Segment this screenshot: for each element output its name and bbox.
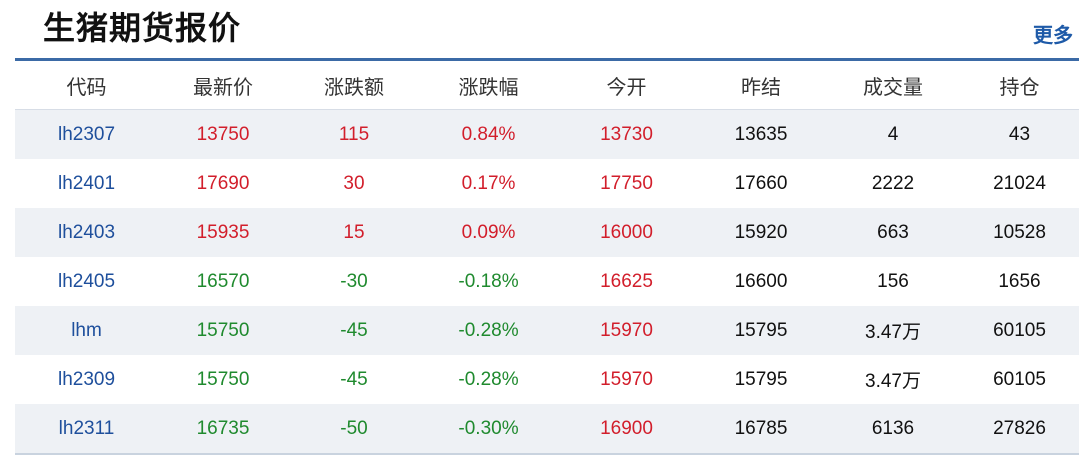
volume: 2222 (826, 159, 960, 208)
change-amount: 115 (288, 109, 420, 159)
change-amount: 30 (288, 159, 420, 208)
futures-quote-panel: 生猪期货报价 更多 代码 最新价 涨跌额 涨跌幅 今开 昨结 成交量 持仓 lh… (15, 0, 1079, 455)
prev-settle: 13635 (696, 109, 826, 159)
table-header-row: 代码 最新价 涨跌额 涨跌幅 今开 昨结 成交量 持仓 (15, 61, 1079, 110)
last-price: 17690 (158, 159, 288, 208)
change-percent: 0.17% (420, 159, 557, 208)
change-percent: -0.28% (420, 306, 557, 355)
open-interest: 21024 (960, 159, 1079, 208)
prev-settle: 16785 (696, 404, 826, 455)
last-price: 16735 (158, 404, 288, 455)
last-price: 15935 (158, 208, 288, 257)
open-interest: 1656 (960, 257, 1079, 306)
contract-code[interactable]: lh2311 (15, 404, 158, 455)
prev-settle: 16600 (696, 257, 826, 306)
column-header-change: 涨跌额 (288, 61, 420, 110)
column-header-pct: 涨跌幅 (420, 61, 557, 110)
open-price: 15970 (557, 355, 696, 404)
open-price: 15970 (557, 306, 696, 355)
page-title: 生猪期货报价 (43, 9, 242, 47)
last-price: 15750 (158, 355, 288, 404)
change-percent: 0.84% (420, 109, 557, 159)
column-header-settle: 昨结 (696, 61, 826, 110)
last-price: 16570 (158, 257, 288, 306)
change-amount: -45 (288, 355, 420, 404)
volume: 3.47万 (826, 355, 960, 404)
prev-settle: 17660 (696, 159, 826, 208)
change-percent: -0.18% (420, 257, 557, 306)
table-row[interactable]: lh2401 17690 30 0.17% 17750 17660 2222 2… (15, 159, 1079, 208)
prev-settle: 15920 (696, 208, 826, 257)
last-price: 15750 (158, 306, 288, 355)
quote-table: 代码 最新价 涨跌额 涨跌幅 今开 昨结 成交量 持仓 lh2307 13750… (15, 61, 1079, 455)
table-row[interactable]: lh2309 15750 -45 -0.28% 15970 15795 3.47… (15, 355, 1079, 404)
open-interest: 27826 (960, 404, 1079, 455)
change-percent: 0.09% (420, 208, 557, 257)
column-header-oi: 持仓 (960, 61, 1079, 110)
more-link[interactable]: 更多 (1033, 20, 1073, 50)
change-percent: -0.30% (420, 404, 557, 455)
contract-code[interactable]: lh2405 (15, 257, 158, 306)
open-price: 16000 (557, 208, 696, 257)
open-price: 16625 (557, 257, 696, 306)
change-amount: -45 (288, 306, 420, 355)
prev-settle: 15795 (696, 355, 826, 404)
volume: 156 (826, 257, 960, 306)
column-header-volume: 成交量 (826, 61, 960, 110)
panel-header: 生猪期货报价 更多 (15, 0, 1079, 61)
table-row[interactable]: lhm 15750 -45 -0.28% 15970 15795 3.47万 6… (15, 306, 1079, 355)
last-price: 13750 (158, 109, 288, 159)
open-price: 13730 (557, 109, 696, 159)
open-price: 16900 (557, 404, 696, 455)
open-price: 17750 (557, 159, 696, 208)
volume: 3.47万 (826, 306, 960, 355)
volume: 4 (826, 109, 960, 159)
prev-settle: 15795 (696, 306, 826, 355)
volume: 663 (826, 208, 960, 257)
open-interest: 43 (960, 109, 1079, 159)
open-interest: 10528 (960, 208, 1079, 257)
column-header-last: 最新价 (158, 61, 288, 110)
table-row[interactable]: lh2405 16570 -30 -0.18% 16625 16600 156 … (15, 257, 1079, 306)
open-interest: 60105 (960, 306, 1079, 355)
contract-code[interactable]: lh2309 (15, 355, 158, 404)
contract-code[interactable]: lh2307 (15, 109, 158, 159)
change-percent: -0.28% (420, 355, 557, 404)
table-row[interactable]: lh2307 13750 115 0.84% 13730 13635 4 43 (15, 109, 1079, 159)
change-amount: -50 (288, 404, 420, 455)
contract-code[interactable]: lh2401 (15, 159, 158, 208)
column-header-open: 今开 (557, 61, 696, 110)
table-row[interactable]: lh2403 15935 15 0.09% 16000 15920 663 10… (15, 208, 1079, 257)
contract-code[interactable]: lhm (15, 306, 158, 355)
change-amount: -30 (288, 257, 420, 306)
table-row[interactable]: lh2311 16735 -50 -0.30% 16900 16785 6136… (15, 404, 1079, 455)
change-amount: 15 (288, 208, 420, 257)
volume: 6136 (826, 404, 960, 455)
contract-code[interactable]: lh2403 (15, 208, 158, 257)
open-interest: 60105 (960, 355, 1079, 404)
column-header-code: 代码 (15, 61, 158, 110)
